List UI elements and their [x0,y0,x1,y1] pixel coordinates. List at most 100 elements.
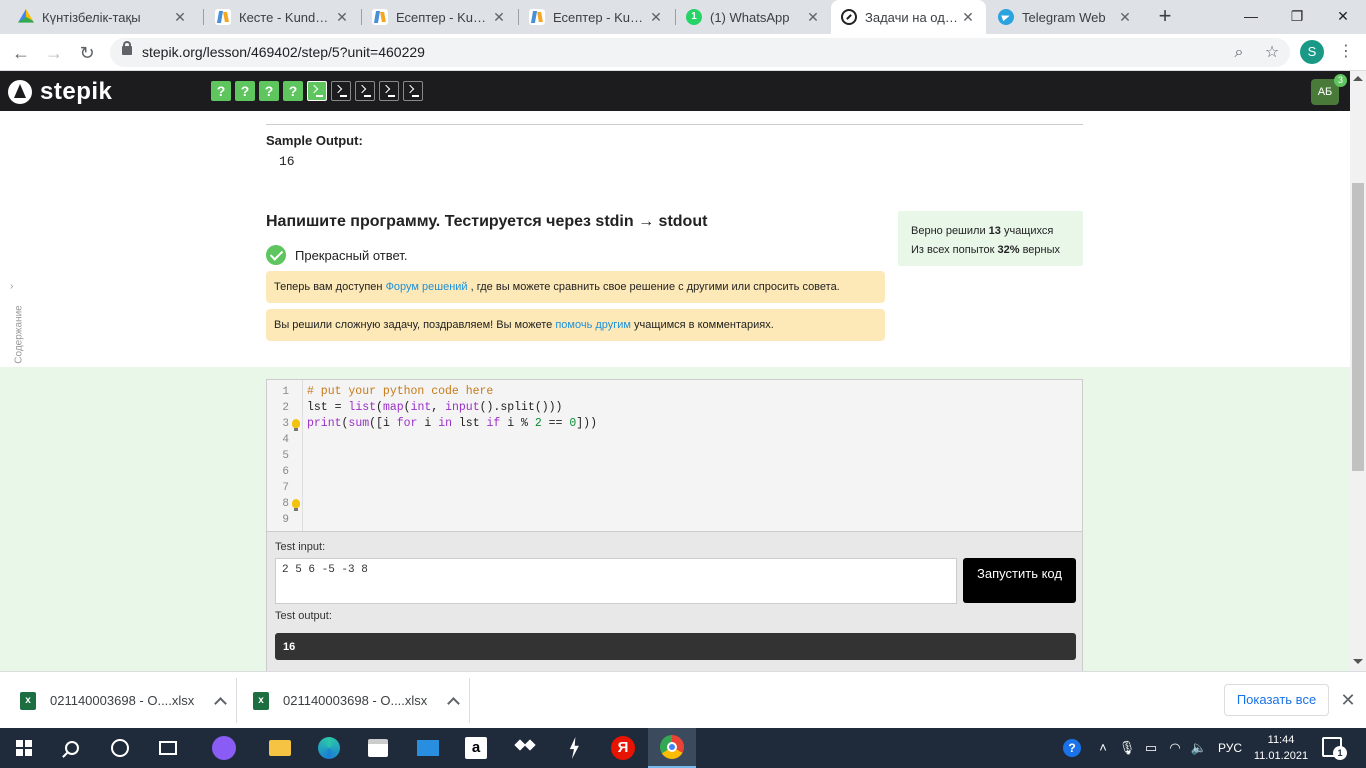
zoom-icon[interactable]: ⌕ [1228,42,1250,64]
tab-kundelik-tasks-1[interactable]: Есептер - Kundelik.kz ✕ [362,0,517,34]
step-5-current[interactable] [307,81,327,101]
scroll-up-icon[interactable] [1353,76,1363,81]
taskbar-app-bolt[interactable] [550,728,598,768]
profile-avatar[interactable]: S [1300,40,1324,64]
close-icon[interactable]: ✕ [172,9,188,26]
help-tray-button[interactable]: ? [1063,728,1087,768]
stepik-header: stepik ? ? ? ? АБ 3 [0,71,1350,111]
solutions-forum-link[interactable]: Форум решений [386,281,468,293]
download-item[interactable]: x 021140003698 - О....xlsx [253,672,459,729]
url-text[interactable]: stepik.org/lesson/469402/step/5?unit=460… [142,44,425,60]
tab-title: Telegram Web [1022,9,1106,25]
step-8[interactable] [379,81,399,101]
close-window-button[interactable]: ✕ [1320,0,1366,34]
scroll-down-icon[interactable] [1353,659,1363,664]
battery-icon[interactable]: ▭ [1139,728,1163,768]
correct-status: Прекрасный ответ. [266,245,407,265]
stepik-logo[interactable]: stepik [8,78,112,106]
task-view-button[interactable] [144,728,192,768]
chevron-up-icon[interactable] [214,695,226,707]
tab-kundelik-schedule[interactable]: Кесте - Kundelik.kz ✕ [205,0,360,34]
lock-icon[interactable] [122,41,132,55]
step-7[interactable] [355,81,375,101]
close-icon[interactable]: ✕ [334,9,350,26]
solve-stats: Верно решили 13 учащихся Из всех попыток… [898,211,1083,266]
microphone-icon[interactable]: 🎙 [1115,728,1139,768]
taskbar-app-amazon[interactable]: a [452,728,500,768]
line-number: 1 [282,386,289,398]
test-panel: Test input: 2 5 6 -5 -3 8 Запустить код … [266,532,1083,671]
divider [469,678,470,723]
close-icon[interactable]: ✕ [1338,688,1358,712]
back-button[interactable]: ← [8,40,34,66]
taskbar-app-alice[interactable] [200,728,248,768]
taskbar-app-dropbox[interactable] [501,728,549,768]
download-item[interactable]: x 021140003698 - О....xlsx [20,672,226,729]
page-scrollbar[interactable] [1350,71,1366,671]
close-icon[interactable]: ✕ [805,9,821,26]
restore-button[interactable]: ❐ [1274,0,1320,34]
close-icon[interactable]: ✕ [648,9,664,26]
close-icon[interactable]: ✕ [491,9,507,26]
taskbar-app-yandex[interactable]: Я [599,728,647,768]
cortana-button[interactable] [96,728,144,768]
bookmark-star-icon[interactable]: ☆ [1261,42,1283,64]
sidebar-toggle[interactable]: › Содержание [0,281,32,371]
sample-output-title: Sample Output: [266,133,363,148]
tab-telegram[interactable]: Telegram Web ✕ [988,0,1143,34]
alice-assistant-icon [212,736,236,760]
close-icon[interactable]: ✕ [960,9,976,26]
step-2[interactable]: ? [235,81,255,101]
stats-text: верных [1019,244,1061,256]
taskbar-app-explorer[interactable] [256,728,304,768]
chevron-up-icon[interactable] [447,695,459,707]
language-indicator[interactable]: РУС [1218,728,1242,768]
new-tab-button[interactable]: + [1152,4,1178,30]
test-input-field[interactable]: 2 5 6 -5 -3 8 [275,558,957,604]
start-button[interactable] [0,728,48,768]
lightbulb-icon[interactable] [292,499,300,511]
step-4[interactable]: ? [283,81,303,101]
yandex-browser-icon: Я [611,736,635,760]
step-1[interactable]: ? [211,81,231,101]
tab-calendar[interactable]: Күнтізбелік-тақы ✕ [8,0,198,34]
step-9[interactable] [403,81,423,101]
browser-tab-strip: Күнтізбелік-тақы ✕ Кесте - Kundelik.kz ✕… [0,0,1366,34]
windows-logo-icon [16,740,32,756]
tab-title: Есептер - Kundelik.kz [396,9,491,25]
tab-separator [203,9,204,25]
line-number: 4 [282,434,289,446]
notice-text: , где вы можете сравнить свое решение с … [467,281,840,293]
step-6[interactable] [331,81,351,101]
line-number: 9 [282,514,289,526]
wifi-icon[interactable]: ◠ [1163,728,1187,768]
volume-icon[interactable]: 🔈 [1187,728,1211,768]
close-icon[interactable]: ✕ [1117,9,1133,26]
lightbulb-icon[interactable] [292,419,300,431]
taskbar-app-edge[interactable] [305,728,353,768]
tab-kundelik-tasks-2[interactable]: Есептер - Kundelik.kz ✕ [519,0,674,34]
step-3[interactable]: ? [259,81,279,101]
tab-whatsapp[interactable]: 1 (1) WhatsApp ✕ [676,0,831,34]
code-comment: # put your python code here [307,385,494,398]
chrome-menu-icon[interactable]: ⋮ [1336,40,1356,64]
reload-button[interactable]: ↻ [74,40,100,66]
excel-file-icon: x [253,691,269,710]
help-others-notice: Вы решили сложную задачу, поздравляем! В… [266,309,885,341]
tab-stepik[interactable]: Задачи на одном ✕ [831,0,986,34]
taskbar-app-store[interactable] [354,728,402,768]
help-others-link[interactable]: помочь другим [555,319,631,331]
run-code-button[interactable]: Запустить код [963,558,1076,603]
forward-button[interactable]: → [41,40,67,66]
minimize-button[interactable]: — [1228,0,1274,34]
taskbar-app-mail[interactable] [404,728,452,768]
code-editor[interactable]: 1 2 3 4 5 6 7 8 9 # put your python code… [266,379,1083,532]
address-bar[interactable]: stepik.org/lesson/469402/step/5?unit=460… [110,38,1290,67]
taskbar-app-chrome[interactable] [648,728,696,768]
scroll-thumb[interactable] [1352,183,1364,471]
taskbar-clock[interactable]: 11:44 11.01.2021 [1252,732,1310,764]
line-number: 7 [282,482,289,494]
show-all-downloads-button[interactable]: Показать все [1224,684,1329,716]
chevron-up-icon[interactable]: ˄ [1091,728,1115,768]
taskbar-search-button[interactable] [48,728,96,768]
